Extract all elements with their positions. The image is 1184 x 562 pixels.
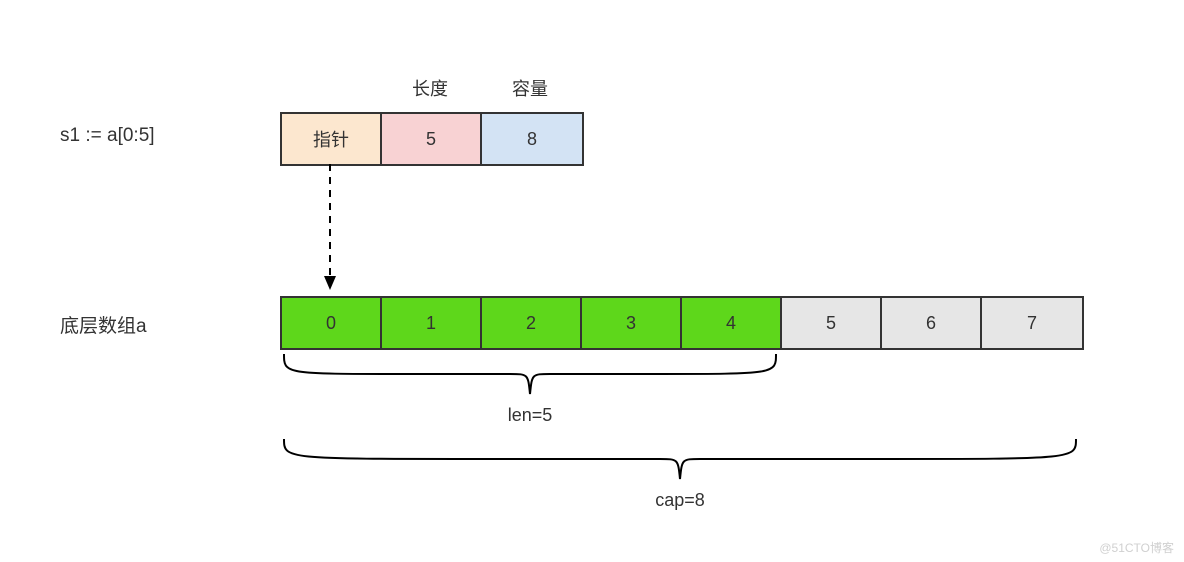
array-cell: 6 (882, 298, 982, 348)
array-cell: 3 (582, 298, 682, 348)
pointer-arrow-icon (324, 164, 336, 290)
array-cell: 5 (782, 298, 882, 348)
array-cell: 7 (982, 298, 1082, 348)
array-cell: 0 (282, 298, 382, 348)
array-cell: 1 (382, 298, 482, 348)
cap-brace-icon (280, 435, 1080, 483)
backing-array-row: 0 1 2 3 4 5 6 7 (280, 296, 1084, 350)
capacity-header-label: 容量 (480, 75, 580, 101)
backing-array-label: 底层数组a (60, 311, 147, 338)
slice-header-row: 指针 5 8 (280, 112, 584, 166)
array-cell: 2 (482, 298, 582, 348)
len-brace-icon (280, 350, 780, 398)
slice-declaration: s1 := a[0:5] (60, 125, 155, 147)
watermark-text: @51CTO博客 (1099, 539, 1174, 556)
slice-header-ptr-cell: 指针 (282, 114, 382, 164)
array-cell: 4 (682, 298, 782, 348)
cap-annotation: cap=8 (280, 490, 1080, 511)
slice-header-len-cell: 5 (382, 114, 482, 164)
slice-header-cap-cell: 8 (482, 114, 582, 164)
len-annotation: len=5 (280, 405, 780, 426)
length-header-label: 长度 (380, 75, 480, 101)
